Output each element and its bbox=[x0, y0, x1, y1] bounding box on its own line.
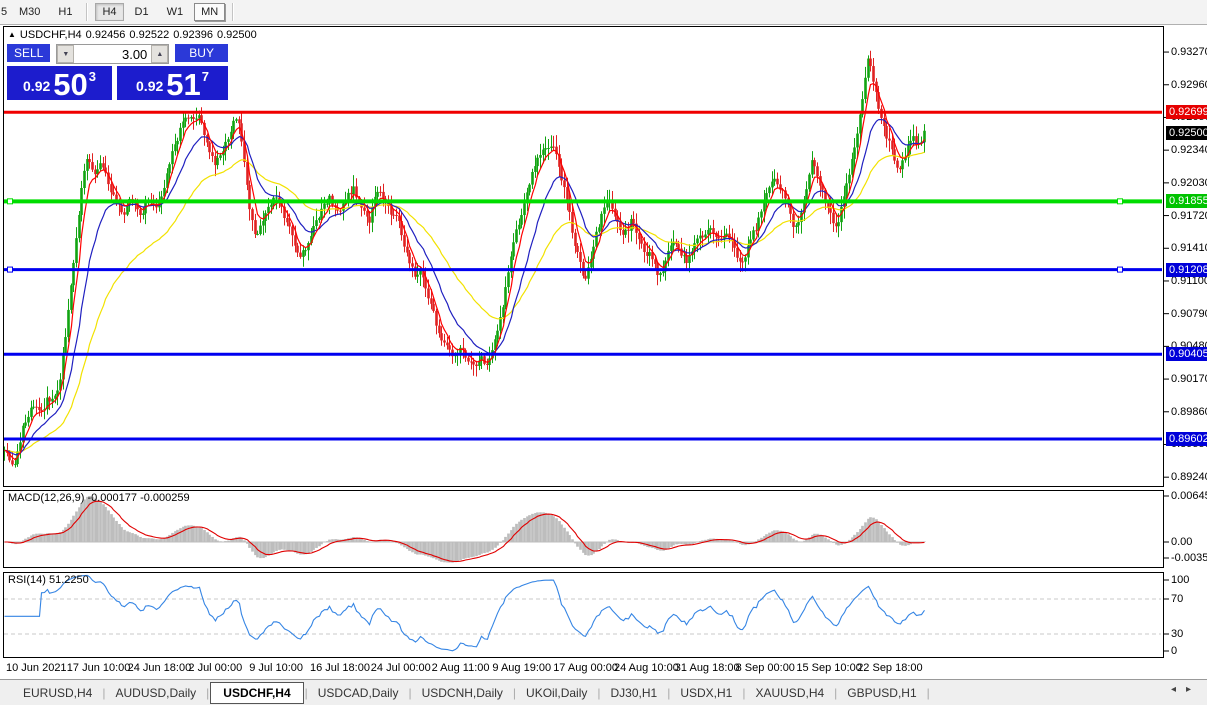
timeframe-toolbar: 5M30H1 H4 D1W1MN bbox=[0, 0, 1207, 25]
price-tick-label: 0.93270 bbox=[1171, 46, 1207, 58]
time-tick-label: 15 Sep 10:00 bbox=[796, 662, 861, 674]
tab-eurusd[interactable]: EURUSD,H4 bbox=[14, 683, 101, 703]
time-tick-label: 16 Jul 18:00 bbox=[310, 662, 370, 674]
volume-stepper: ▼ ▲ bbox=[56, 44, 169, 64]
buy-button[interactable]: BUY bbox=[175, 44, 228, 64]
timeframe-button-clipped[interactable]: 5 bbox=[1, 6, 10, 18]
time-tick-label: 8 Sep 00:00 bbox=[736, 662, 795, 674]
tab-xauusd[interactable]: XAUUSD,H4 bbox=[746, 683, 833, 703]
time-tick-label: 9 Aug 19:00 bbox=[492, 662, 551, 674]
ohlc-open: 0.92456 bbox=[86, 29, 126, 41]
time-tick-label: 2 Aug 11:00 bbox=[432, 662, 490, 674]
rsi-label: RSI(14) 51.2250 bbox=[8, 574, 89, 586]
tab-scroll-right-icon[interactable]: ▸ bbox=[1186, 684, 1201, 695]
hline-price-label: 0.91208 bbox=[1166, 263, 1207, 277]
tab-audusd[interactable]: AUDUSD,Daily bbox=[106, 683, 205, 703]
price-tick-label: 0.91100 bbox=[1171, 275, 1207, 287]
tab-usdchf[interactable]: USDCHF,H4 bbox=[210, 682, 303, 704]
rsi-tick-label: 0 bbox=[1171, 645, 1177, 657]
tab-ukoil[interactable]: UKOil,Daily bbox=[517, 683, 596, 703]
chart-symbol: USDCHF,H4 bbox=[20, 29, 82, 41]
price-tick-label: 0.91410 bbox=[1171, 242, 1207, 254]
macd-tick-label: 0.00 bbox=[1171, 536, 1192, 548]
macd-tick-label: 0.006451 bbox=[1171, 490, 1207, 502]
price-tick-label: 0.92030 bbox=[1171, 177, 1207, 189]
volume-decrease-icon[interactable]: ▼ bbox=[57, 45, 74, 63]
time-tick-label: 24 Jun 18:00 bbox=[128, 662, 192, 674]
buy-price-panel[interactable]: 0.92 51 7 bbox=[117, 66, 228, 100]
time-tick-label: 17 Aug 00:00 bbox=[553, 662, 618, 674]
time-tick-label: 24 Aug 10:00 bbox=[614, 662, 679, 674]
timeframe-button-h4[interactable]: H4 bbox=[95, 3, 123, 21]
sell-button[interactable]: SELL bbox=[7, 44, 50, 64]
hline-price-label: 0.91855 bbox=[1166, 194, 1207, 208]
volume-input[interactable] bbox=[74, 45, 151, 63]
hline-price-label: 0.92699 bbox=[1166, 105, 1207, 119]
macd-tick-label: -0.003502 bbox=[1171, 552, 1207, 564]
chart-expand-icon: ▲ bbox=[8, 30, 16, 39]
timeframe-button-d1[interactable]: D1 bbox=[128, 3, 156, 21]
hline-price-label: 0.90405 bbox=[1166, 347, 1207, 361]
rsi-panel bbox=[3, 572, 1164, 658]
timeframe-button-h1[interactable]: H1 bbox=[51, 3, 79, 21]
buy-price-pipette: 7 bbox=[202, 69, 209, 84]
sell-price-pipette: 3 bbox=[89, 69, 96, 84]
sell-price-big: 50 bbox=[53, 72, 87, 98]
tab-scroll-left-icon[interactable]: ◂ bbox=[1171, 684, 1186, 695]
time-tick-label: 22 Sep 18:00 bbox=[857, 662, 922, 674]
price-tick-label: 0.91720 bbox=[1171, 210, 1207, 222]
timeframe-button-m30[interactable]: M30 bbox=[12, 3, 47, 21]
time-tick-label: 17 Jun 10:00 bbox=[67, 662, 131, 674]
chart-tab-bar: EURUSD,H4|AUDUSD,Daily|USDCHF,H4|USDCAD,… bbox=[0, 679, 1207, 705]
tab-dj30[interactable]: DJ30,H1 bbox=[602, 683, 667, 703]
rsi-tick-label: 70 bbox=[1171, 593, 1183, 605]
time-tick-label: 2 Jul 00:00 bbox=[188, 662, 242, 674]
price-tick-label: 0.92340 bbox=[1171, 144, 1207, 156]
buy-price-big: 51 bbox=[166, 72, 200, 98]
ohlc-high: 0.92522 bbox=[129, 29, 169, 41]
toolbar-separator bbox=[86, 3, 88, 21]
tab-gbpusd[interactable]: GBPUSD,H1 bbox=[838, 683, 925, 703]
tab-divider: | bbox=[926, 686, 931, 700]
sell-price-prefix: 0.92 bbox=[23, 78, 50, 94]
price-tick-label: 0.92960 bbox=[1171, 79, 1207, 91]
price-tick-label: 0.90790 bbox=[1171, 308, 1207, 320]
rsi-tick-label: 100 bbox=[1171, 574, 1189, 586]
volume-increase-icon[interactable]: ▲ bbox=[151, 45, 168, 63]
time-tick-label: 9 Jul 10:00 bbox=[249, 662, 303, 674]
rsi-tick-label: 30 bbox=[1171, 628, 1183, 640]
macd-label: MACD(12,26,9) -0.000177 -0.000259 bbox=[8, 492, 190, 504]
timeframe-button-w1[interactable]: W1 bbox=[160, 3, 191, 21]
price-tick-label: 0.90170 bbox=[1171, 373, 1207, 385]
hline-price-label: 0.89602 bbox=[1166, 432, 1207, 446]
time-tick-label: 24 Jul 00:00 bbox=[371, 662, 431, 674]
timeframe-button-mn[interactable]: MN bbox=[194, 3, 225, 21]
current-price-label: 0.92500 bbox=[1166, 126, 1207, 140]
tab-usdx[interactable]: USDX,H1 bbox=[671, 683, 741, 703]
chart-header: ▲ USDCHF,H4 0.924560.92522 0.92396 0.92500 bbox=[8, 29, 261, 41]
toolbar-separator bbox=[232, 3, 234, 21]
tab-scroll-arrows: ◂▸ bbox=[1171, 684, 1201, 695]
sell-price-panel[interactable]: 0.92 50 3 bbox=[7, 66, 112, 100]
buy-price-prefix: 0.92 bbox=[136, 78, 163, 94]
time-tick-label: 31 Aug 18:00 bbox=[675, 662, 740, 674]
tab-usdcad[interactable]: USDCAD,Daily bbox=[309, 683, 408, 703]
tab-usdcnh[interactable]: USDCNH,Daily bbox=[413, 683, 512, 703]
ohlc-close: 0.92500 bbox=[217, 29, 257, 41]
ohlc-low: 0.92396 bbox=[173, 29, 213, 41]
price-tick-label: 0.89240 bbox=[1171, 471, 1207, 483]
price-tick-label: 0.89860 bbox=[1171, 406, 1207, 418]
one-click-trading-widget: SELL ▼ ▲ BUY 0.92 50 3 0.92 51 7 bbox=[7, 44, 228, 100]
time-tick-label: 10 Jun 2021 bbox=[6, 662, 67, 674]
